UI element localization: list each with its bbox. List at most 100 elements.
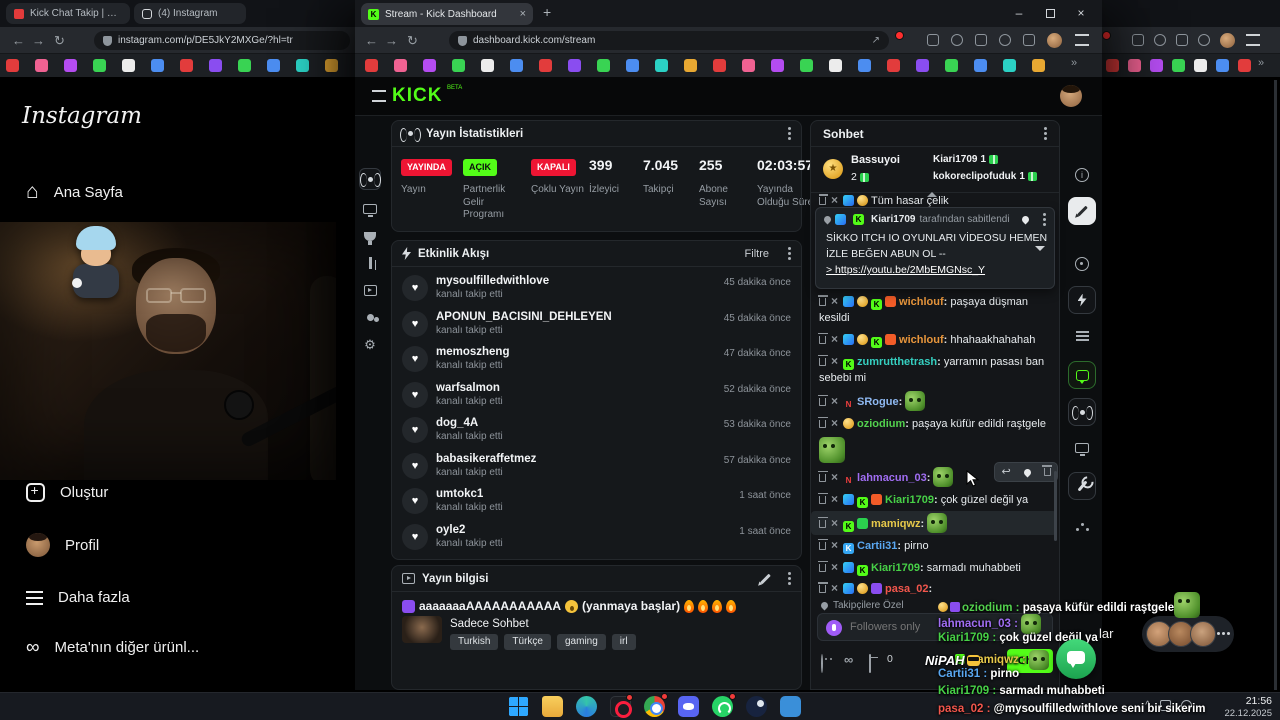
- mod-ban-icon[interactable]: ×: [831, 538, 838, 552]
- sidebar-item-menu[interactable]: Daha fazla: [26, 589, 130, 606]
- edge-icon[interactable]: [576, 696, 597, 717]
- chat-username[interactable]: Cartii31: [857, 540, 897, 552]
- follower-username[interactable]: babasikeraffetmez: [436, 452, 696, 466]
- bookmark-favicon[interactable]: [180, 59, 193, 72]
- bookmarks-overflow-icon[interactable]: »: [1258, 57, 1264, 69]
- page-scrollbar[interactable]: [1274, 80, 1277, 690]
- bookmark-favicon[interactable]: [452, 59, 465, 72]
- clips-icon[interactable]: [359, 279, 381, 301]
- whatsapp-icon[interactable]: [712, 693, 736, 717]
- bookmark-favicon[interactable]: [829, 59, 842, 72]
- mod-ban-icon[interactable]: ×: [831, 581, 838, 595]
- bookmark-favicon[interactable]: [1150, 59, 1163, 72]
- profile-avatar[interactable]: [1220, 33, 1235, 48]
- edit-icon[interactable]: [1068, 197, 1096, 225]
- bookmark-favicon[interactable]: [568, 59, 581, 72]
- kebab-menu-icon[interactable]: [788, 577, 791, 580]
- chat-username[interactable]: pasa_02: [885, 583, 928, 595]
- bookmark-favicon[interactable]: [6, 59, 19, 72]
- bookmark-favicon[interactable]: [713, 59, 726, 72]
- expand-chevron-icon[interactable]: [1035, 246, 1045, 251]
- chat-username[interactable]: wichlouf: [899, 334, 944, 346]
- infinity-icon[interactable]: ∞: [844, 653, 853, 666]
- taskbar-clock[interactable]: 21:56 22.12.2025: [1224, 695, 1272, 719]
- volume-icon[interactable]: [927, 34, 939, 46]
- tag-pill[interactable]: Türkçe: [504, 634, 551, 650]
- follower-username[interactable]: warfsalmon: [436, 381, 696, 395]
- history-icon[interactable]: [1198, 34, 1210, 46]
- mod-ban-icon[interactable]: ×: [831, 560, 838, 574]
- settings-icon[interactable]: ⚙: [359, 333, 381, 355]
- bookmark-favicon[interactable]: [481, 59, 494, 72]
- community-icon[interactable]: [359, 306, 381, 328]
- tag-pill[interactable]: gaming: [556, 634, 606, 650]
- vpn-icon[interactable]: [1154, 34, 1166, 46]
- bookmark-favicon[interactable]: [1172, 59, 1185, 72]
- bookmark-favicon[interactable]: [1194, 59, 1207, 72]
- bookmark-favicon[interactable]: [539, 59, 552, 72]
- bookmark-favicon[interactable]: [1128, 59, 1141, 72]
- mod-delete-icon[interactable]: [817, 492, 828, 504]
- volume-icon[interactable]: [1132, 34, 1144, 46]
- follower-username[interactable]: mysoulfilledwithlove: [436, 274, 696, 288]
- mod-ban-icon[interactable]: ×: [831, 516, 838, 530]
- bookmark-favicon[interactable]: [151, 59, 164, 72]
- bookmark-favicon[interactable]: [597, 59, 610, 72]
- mod-delete-icon[interactable]: [817, 354, 828, 366]
- extensions-puzzle-icon[interactable]: [1176, 34, 1188, 46]
- delete-icon[interactable]: [1042, 465, 1053, 476]
- kick-logo[interactable]: KICK: [392, 85, 442, 107]
- mod-delete-icon[interactable]: [817, 332, 828, 344]
- bookmark-favicon[interactable]: [858, 59, 871, 72]
- tab-close-icon[interactable]: ×: [520, 8, 526, 20]
- chat-username[interactable]: Kiari1709: [885, 494, 934, 506]
- channel-icon[interactable]: [1068, 250, 1096, 278]
- chat-scrollbar[interactable]: [1054, 471, 1057, 541]
- sidebar-item-create[interactable]: Oluştur: [26, 482, 108, 502]
- bookmark-favicon[interactable]: [35, 59, 48, 72]
- kebab-menu-icon[interactable]: [788, 252, 791, 255]
- mod-delete-icon[interactable]: [817, 295, 828, 306]
- chat-username[interactable]: lahmacun_03: [857, 472, 927, 484]
- reload-icon[interactable]: ↻: [407, 27, 418, 54]
- call-participants-pill[interactable]: [1142, 616, 1234, 652]
- bookmark-favicon[interactable]: [209, 59, 222, 72]
- bookmark-favicon[interactable]: [1238, 59, 1251, 72]
- bookmark-favicon[interactable]: [887, 59, 900, 72]
- bookmark-favicon[interactable]: [1106, 59, 1119, 72]
- bookmark-favicon[interactable]: [1003, 59, 1016, 72]
- start-button[interactable]: [508, 696, 529, 717]
- opera-gx-icon[interactable]: [610, 694, 633, 718]
- back-icon[interactable]: ←: [365, 27, 378, 54]
- mod-ban-icon[interactable]: ×: [831, 332, 838, 346]
- forward-icon[interactable]: →: [32, 27, 45, 54]
- quick-actions-icon[interactable]: [1068, 286, 1096, 314]
- follower-username[interactable]: APONUN_BACISINI_DEHLEYEN: [436, 310, 696, 324]
- user-avatar[interactable]: [1060, 85, 1082, 107]
- bookmark-favicon[interactable]: [945, 59, 958, 72]
- follower-username[interactable]: memoszheng: [436, 345, 696, 359]
- mod-delete-icon[interactable]: [819, 194, 828, 205]
- mod-ban-icon[interactable]: ×: [831, 354, 838, 368]
- bookmark-favicon[interactable]: [742, 59, 755, 72]
- mod-delete-icon[interactable]: [817, 560, 828, 572]
- bookmark-favicon[interactable]: [365, 59, 378, 72]
- steam-icon[interactable]: [746, 696, 767, 717]
- bookmark-favicon[interactable]: [1216, 59, 1229, 72]
- pinned-link[interactable]: > https://youtu.be/2MbEMGNsc_Y: [826, 264, 985, 276]
- follower-username[interactable]: oyle2: [436, 523, 696, 537]
- chat-username[interactable]: mamiqwz: [871, 518, 921, 530]
- chrome-icon[interactable]: [644, 693, 668, 717]
- tab-kick-chat-takip[interactable]: Kick Chat Takip | Wich: [6, 3, 130, 24]
- bookmark-favicon[interactable]: [423, 59, 436, 72]
- chat-username[interactable]: oziodium: [857, 418, 905, 430]
- achievements-icon[interactable]: [359, 225, 381, 247]
- gifter-leaderboard[interactable]: ★ Bassuyoi 2 Kiari1709 1 kokoreclipofudu…: [811, 147, 1059, 193]
- analytics-icon[interactable]: [359, 252, 381, 274]
- list-icon[interactable]: [1068, 322, 1096, 350]
- bookmark-favicon[interactable]: [1032, 59, 1045, 72]
- mod-ban-icon[interactable]: ×: [831, 470, 838, 484]
- file-explorer-icon[interactable]: [542, 696, 563, 717]
- bookmark-favicon[interactable]: [800, 59, 813, 72]
- mod-ban-icon[interactable]: ×: [831, 394, 838, 408]
